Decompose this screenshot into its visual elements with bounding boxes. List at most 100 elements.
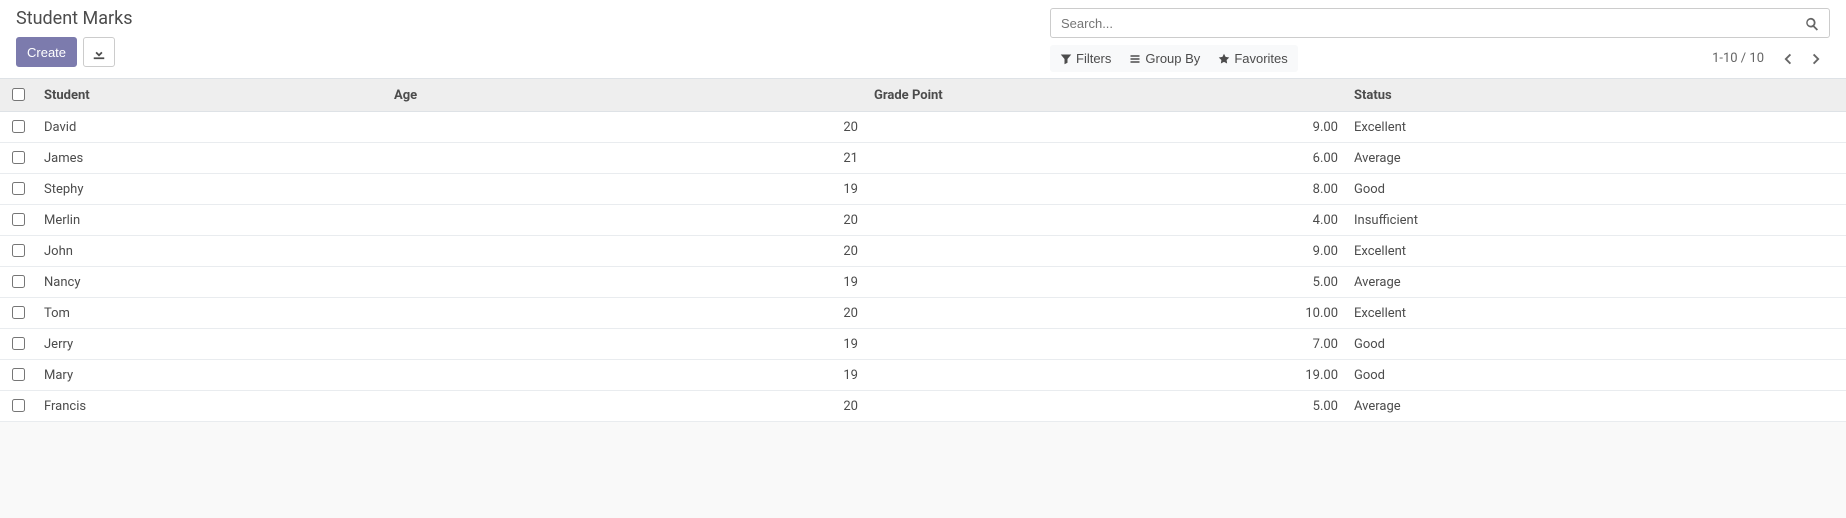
- create-button[interactable]: Create: [16, 37, 77, 67]
- cell-grade-point[interactable]: 10.00: [866, 298, 1346, 329]
- cell-spacer: [1686, 360, 1846, 391]
- cell-age[interactable]: 21: [386, 143, 866, 174]
- table-row[interactable]: James216.00Average: [0, 143, 1846, 174]
- filters-button[interactable]: Filters: [1052, 47, 1119, 70]
- row-checkbox[interactable]: [12, 337, 25, 350]
- row-checkbox[interactable]: [12, 306, 25, 319]
- row-checkbox-cell: [0, 391, 36, 422]
- cell-age[interactable]: 19: [386, 329, 866, 360]
- cell-age[interactable]: 20: [386, 391, 866, 422]
- row-checkbox[interactable]: [12, 151, 25, 164]
- row-checkbox-cell: [0, 298, 36, 329]
- cell-age[interactable]: 19: [386, 360, 866, 391]
- cell-student[interactable]: James: [36, 143, 386, 174]
- search-icon: [1805, 15, 1819, 30]
- cell-spacer: [1686, 298, 1846, 329]
- chevron-right-icon: [1809, 50, 1823, 65]
- cell-grade-point[interactable]: 5.00: [866, 391, 1346, 422]
- cell-age[interactable]: 20: [386, 298, 866, 329]
- filters-label: Filters: [1076, 51, 1111, 66]
- cell-age[interactable]: 20: [386, 236, 866, 267]
- pager-range[interactable]: 1-10 / 10: [1712, 51, 1764, 66]
- cell-age[interactable]: 19: [386, 174, 866, 205]
- page-title: Student Marks: [16, 8, 133, 29]
- cell-age[interactable]: 20: [386, 112, 866, 143]
- table-row[interactable]: Stephy198.00Good: [0, 174, 1846, 205]
- search-input[interactable]: [1057, 14, 1801, 33]
- row-checkbox-cell: [0, 360, 36, 391]
- groupby-label: Group By: [1145, 51, 1200, 66]
- column-header-status[interactable]: Status: [1346, 79, 1686, 112]
- pager-next-button[interactable]: [1802, 44, 1830, 72]
- cell-student[interactable]: Nancy: [36, 267, 386, 298]
- row-checkbox[interactable]: [12, 244, 25, 257]
- cell-student[interactable]: Francis: [36, 391, 386, 422]
- cell-age[interactable]: 20: [386, 205, 866, 236]
- table-row[interactable]: Francis205.00Average: [0, 391, 1846, 422]
- export-button[interactable]: [83, 37, 115, 67]
- cell-grade-point[interactable]: 9.00: [866, 236, 1346, 267]
- row-checkbox[interactable]: [12, 275, 25, 288]
- cell-student[interactable]: David: [36, 112, 386, 143]
- table-row[interactable]: John209.00Excellent: [0, 236, 1846, 267]
- cell-spacer: [1686, 174, 1846, 205]
- cell-status[interactable]: Average: [1346, 267, 1686, 298]
- table-row[interactable]: Mary1919.00Good: [0, 360, 1846, 391]
- cell-status[interactable]: Good: [1346, 329, 1686, 360]
- column-header-checkbox: [0, 79, 36, 112]
- cell-grade-point[interactable]: 6.00: [866, 143, 1346, 174]
- chevron-left-icon: [1781, 50, 1795, 65]
- column-header-age[interactable]: Age: [386, 79, 866, 112]
- cell-status[interactable]: Excellent: [1346, 298, 1686, 329]
- cell-age[interactable]: 19: [386, 267, 866, 298]
- table-row[interactable]: David209.00Excellent: [0, 112, 1846, 143]
- row-checkbox[interactable]: [12, 182, 25, 195]
- cell-status[interactable]: Excellent: [1346, 236, 1686, 267]
- cell-spacer: [1686, 267, 1846, 298]
- cell-status[interactable]: Good: [1346, 360, 1686, 391]
- table-row[interactable]: Nancy195.00Average: [0, 267, 1846, 298]
- groupby-button[interactable]: Group By: [1121, 47, 1208, 70]
- row-checkbox-cell: [0, 236, 36, 267]
- cell-grade-point[interactable]: 19.00: [866, 360, 1346, 391]
- search-button[interactable]: [1801, 15, 1823, 30]
- cell-student[interactable]: Stephy: [36, 174, 386, 205]
- table-row[interactable]: Tom2010.00Excellent: [0, 298, 1846, 329]
- search-box[interactable]: [1050, 8, 1830, 38]
- list-icon: [1129, 51, 1141, 66]
- table-row[interactable]: Merlin204.00Insufficient: [0, 205, 1846, 236]
- favorites-button[interactable]: Favorites: [1210, 47, 1295, 70]
- cell-spacer: [1686, 112, 1846, 143]
- select-all-checkbox[interactable]: [12, 88, 25, 101]
- cell-grade-point[interactable]: 4.00: [866, 205, 1346, 236]
- cell-status[interactable]: Good: [1346, 174, 1686, 205]
- cell-student[interactable]: Merlin: [36, 205, 386, 236]
- cell-status[interactable]: Excellent: [1346, 112, 1686, 143]
- cell-status[interactable]: Insufficient: [1346, 205, 1686, 236]
- cell-grade-point[interactable]: 7.00: [866, 329, 1346, 360]
- row-checkbox[interactable]: [12, 120, 25, 133]
- cell-student[interactable]: Tom: [36, 298, 386, 329]
- cell-grade-point[interactable]: 9.00: [866, 112, 1346, 143]
- row-checkbox[interactable]: [12, 213, 25, 226]
- cell-student[interactable]: John: [36, 236, 386, 267]
- cell-grade-point[interactable]: 8.00: [866, 174, 1346, 205]
- table-row[interactable]: Jerry197.00Good: [0, 329, 1846, 360]
- column-header-grade-point[interactable]: Grade Point: [866, 79, 1346, 112]
- cell-spacer: [1686, 391, 1846, 422]
- column-header-student[interactable]: Student: [36, 79, 386, 112]
- row-checkbox[interactable]: [12, 368, 25, 381]
- pager: 1-10 / 10: [1712, 44, 1830, 72]
- pager-prev-button[interactable]: [1774, 44, 1802, 72]
- cell-status[interactable]: Average: [1346, 143, 1686, 174]
- row-checkbox-cell: [0, 174, 36, 205]
- cell-status[interactable]: Average: [1346, 391, 1686, 422]
- row-checkbox-cell: [0, 205, 36, 236]
- cell-student[interactable]: Jerry: [36, 329, 386, 360]
- column-header-spacer: [1686, 79, 1846, 112]
- cell-spacer: [1686, 205, 1846, 236]
- cell-grade-point[interactable]: 5.00: [866, 267, 1346, 298]
- cell-spacer: [1686, 329, 1846, 360]
- cell-student[interactable]: Mary: [36, 360, 386, 391]
- row-checkbox[interactable]: [12, 399, 25, 412]
